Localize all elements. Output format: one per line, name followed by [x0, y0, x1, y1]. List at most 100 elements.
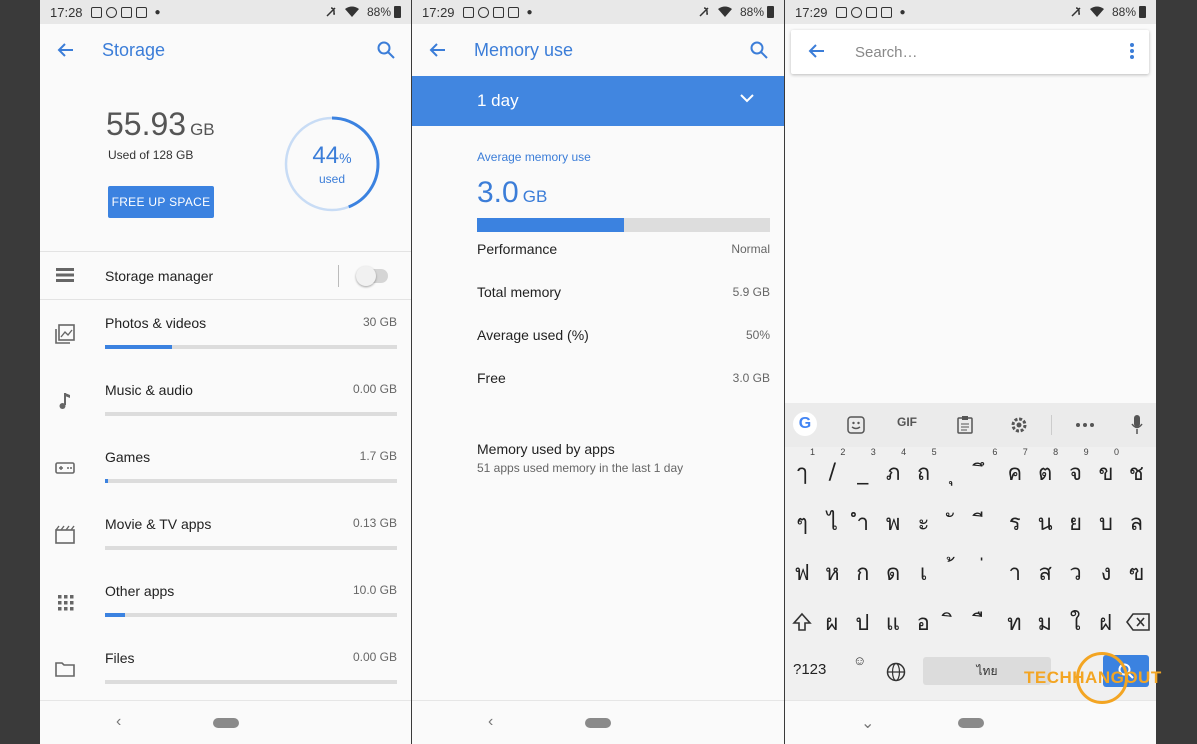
key[interactable]: ท: [999, 600, 1029, 644]
key[interactable]: ่: [969, 550, 999, 594]
key[interactable]: ื: [969, 600, 999, 644]
folder-icon: [55, 659, 75, 679]
key[interactable]: /2: [817, 447, 847, 494]
free-up-space-button[interactable]: FREE UP SPACE: [108, 186, 214, 218]
memory-stat-label: Performance: [477, 241, 558, 257]
key[interactable]: เ: [909, 550, 939, 594]
category-row[interactable]: Files 0.00 GB: [40, 635, 411, 702]
key[interactable]: บ: [1091, 500, 1121, 544]
search-icon[interactable]: [377, 41, 395, 59]
storage-manager-toggle[interactable]: [356, 266, 388, 286]
key[interactable]: ๆ: [787, 500, 817, 544]
globe-icon[interactable]: [886, 662, 906, 682]
key[interactable]: ก: [848, 550, 878, 594]
key[interactable]: ภ4: [878, 447, 908, 494]
settings-gear-icon[interactable]: [1010, 416, 1028, 434]
back-arrow-icon[interactable]: [807, 42, 825, 60]
category-name: Other apps: [105, 583, 175, 599]
key[interactable]: ึ6: [969, 447, 999, 494]
key[interactable]: ผ: [817, 600, 847, 644]
search-input[interactable]: [855, 40, 1095, 64]
key[interactable]: ว: [1061, 550, 1091, 594]
category-row[interactable]: Photos & videos 30 GB: [40, 300, 411, 367]
memory-used-by-apps-title[interactable]: Memory used by apps: [477, 441, 615, 457]
key[interactable]: า: [1000, 550, 1030, 594]
mute-icon: [1071, 7, 1081, 17]
shift-key-icon[interactable]: [787, 600, 817, 644]
period-selector[interactable]: 1 day: [412, 76, 784, 126]
key-label: ด: [886, 560, 901, 586]
key[interactable]: ี: [969, 500, 999, 544]
key[interactable]: ข0: [1091, 447, 1121, 494]
key[interactable]: อ: [908, 600, 938, 644]
key[interactable]: ุ: [939, 450, 969, 494]
memory-stat-row: Performance Normal: [477, 239, 770, 259]
toolbar-divider: [1051, 415, 1052, 435]
key[interactable]: ้: [939, 550, 969, 594]
key[interactable]: ฟ: [787, 550, 817, 594]
key[interactable]: ส: [1030, 550, 1060, 594]
key[interactable]: ด: [878, 550, 908, 594]
key[interactable]: ๅ1: [787, 447, 817, 494]
more-vert-icon[interactable]: [1129, 42, 1135, 60]
key[interactable]: จ9: [1061, 447, 1091, 494]
key[interactable]: ห: [817, 550, 847, 594]
google-icon[interactable]: G: [793, 412, 817, 436]
memory-stat-row: Average used (%) 50%: [477, 325, 770, 345]
search-icon[interactable]: [750, 41, 768, 59]
key[interactable]: ใ: [1060, 600, 1090, 644]
key[interactable]: ค7: [1000, 447, 1030, 494]
key[interactable]: ะ: [909, 500, 939, 544]
category-row[interactable]: Music & audio 0.00 GB: [40, 367, 411, 434]
key[interactable]: พ: [878, 500, 908, 544]
nav-home-pill[interactable]: [957, 717, 984, 728]
storage-manager-row[interactable]: Storage manager: [40, 252, 411, 300]
key[interactable]: ิ: [939, 600, 969, 644]
key[interactable]: ล: [1121, 500, 1151, 544]
key[interactable]: ต8: [1030, 447, 1060, 494]
key[interactable]: ร: [1000, 500, 1030, 544]
search-screen: 17:29 ● 88% G GIF ๅ1/2_3ภ4ถ5ุึ: [785, 0, 1156, 744]
more-notifications-icon: ●: [899, 6, 906, 18]
key[interactable]: ำ: [848, 500, 878, 544]
key[interactable]: น: [1030, 500, 1060, 544]
key[interactable]: แ: [878, 600, 908, 644]
category-row[interactable]: Movie & TV apps 0.13 GB: [40, 501, 411, 568]
memory-usage-bar: [477, 218, 770, 232]
key[interactable]: ไ: [817, 500, 847, 544]
key[interactable]: ง: [1091, 550, 1121, 594]
emoji-key-icon[interactable]: ☺: [853, 653, 866, 668]
key[interactable]: ช: [1121, 450, 1151, 494]
key-label: ล: [1129, 510, 1144, 536]
symbols-key[interactable]: ?123: [793, 661, 826, 678]
backspace-key-icon[interactable]: [1123, 600, 1153, 644]
nav-home-pill[interactable]: [212, 717, 239, 728]
sticker-icon[interactable]: [847, 416, 865, 434]
key-label: ว: [1069, 560, 1082, 586]
key[interactable]: ม: [1030, 600, 1060, 644]
storage-summary: 55.93 GB Used of 128 GB FREE UP SPACE 44%…: [40, 76, 411, 252]
nav-back-icon[interactable]: ‹: [488, 713, 493, 731]
more-horiz-icon[interactable]: [1076, 423, 1094, 427]
category-row[interactable]: Games 1.7 GB: [40, 434, 411, 501]
key[interactable]: ั: [939, 500, 969, 544]
key-label: ท: [1007, 610, 1022, 636]
microphone-icon[interactable]: [1131, 415, 1143, 435]
key[interactable]: ฃ: [1121, 550, 1151, 594]
category-size: 30 GB: [362, 315, 397, 329]
key[interactable]: _ 3: [848, 447, 878, 494]
category-row[interactable]: Other apps 10.0 GB: [40, 568, 411, 635]
back-arrow-icon[interactable]: [428, 41, 446, 59]
nav-home-pill[interactable]: [585, 717, 611, 728]
key[interactable]: ย: [1061, 500, 1091, 544]
gallery-notification-icon: [90, 6, 102, 18]
key[interactable]: ฝ: [1091, 600, 1121, 644]
nav-back-icon[interactable]: ‹: [116, 713, 121, 731]
gif-button[interactable]: GIF: [897, 415, 917, 429]
key[interactable]: ป: [847, 600, 877, 644]
back-arrow-icon[interactable]: [56, 41, 74, 59]
nav-collapse-icon[interactable]: ⌄: [861, 713, 874, 733]
key[interactable]: ถ5: [909, 447, 939, 494]
period-label: 1 day: [477, 91, 519, 110]
clipboard-icon[interactable]: [957, 415, 973, 434]
